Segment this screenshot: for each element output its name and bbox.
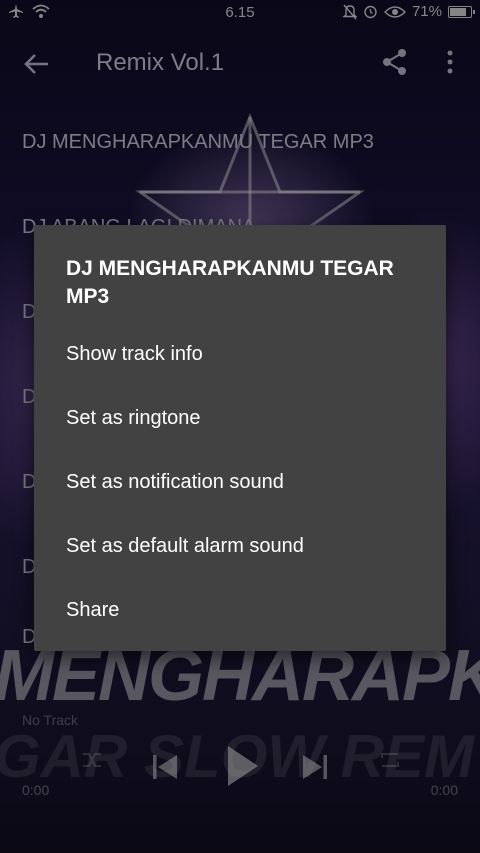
dialog-title: DJ MENGHARAPKANMU TEGAR MP3 — [66, 257, 394, 308]
share-item[interactable]: Share — [34, 578, 446, 642]
show-track-info-item[interactable]: Show track info — [34, 322, 446, 386]
track-options-dialog: DJ MENGHARAPKANMU TEGAR MP3 Show track i… — [34, 225, 446, 651]
set-ringtone-item[interactable]: Set as ringtone — [34, 386, 446, 450]
set-notification-sound-item[interactable]: Set as notification sound — [34, 450, 446, 514]
set-alarm-sound-item[interactable]: Set as default alarm sound — [34, 514, 446, 578]
